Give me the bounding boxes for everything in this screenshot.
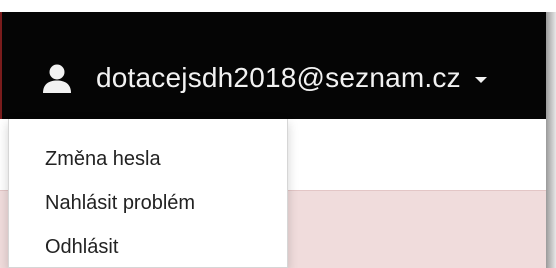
menu-item-logout[interactable]: Odhlásit <box>9 225 287 268</box>
top-margin <box>0 0 556 12</box>
user-dropdown-menu: Změna hesla Nahlásit problém Odhlásit <box>8 119 288 268</box>
top-navbar: dotacejsdh2018@seznam.cz <box>0 12 546 119</box>
user-email: dotacejsdh2018@seznam.cz <box>96 62 461 93</box>
caret-down-icon <box>474 77 487 83</box>
screenshot-frame: dotacejsdh2018@seznam.cz Změna hesla Nah… <box>0 0 556 268</box>
window-edge-shadow <box>546 12 556 268</box>
user-menu-toggle[interactable]: dotacejsdh2018@seznam.cz <box>42 48 487 108</box>
menu-item-change-password[interactable]: Změna hesla <box>9 137 287 181</box>
menu-item-report-problem[interactable]: Nahlásit problém <box>9 181 287 225</box>
user-icon <box>42 63 72 93</box>
